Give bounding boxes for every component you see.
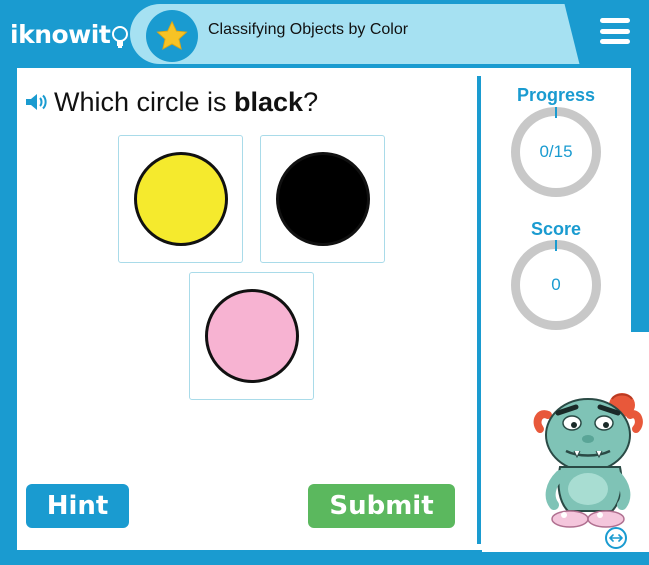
swap-arrows-icon[interactable] — [605, 527, 627, 549]
lesson-title: Classifying Objects by Color — [208, 21, 409, 38]
score-value: 0 — [551, 275, 561, 294]
progress-ring: 0/15 — [511, 107, 601, 197]
logo-text: iknowit — [10, 19, 111, 49]
score-ring: 0 — [511, 240, 601, 330]
star-badge — [146, 10, 198, 62]
menu-line — [600, 39, 630, 44]
score-label: Score — [530, 219, 582, 239]
black-circle — [275, 152, 370, 246]
pink-circle — [204, 289, 299, 383]
choice-pink-circle[interactable] — [189, 272, 314, 400]
question: Which circle is black? — [24, 84, 318, 120]
submit-button[interactable]: Submit — [308, 484, 455, 528]
question-keyword: black — [234, 86, 304, 117]
yellow-circle — [133, 152, 228, 246]
iknowit-logo[interactable]: iknowit — [10, 10, 129, 58]
hint-button[interactable]: Hint — [26, 484, 129, 528]
swap-arrows-glyph — [609, 534, 623, 542]
menu-line — [600, 28, 630, 34]
monster-mascot — [533, 393, 643, 528]
star-icon — [156, 20, 188, 50]
lightbulb-icon — [112, 26, 129, 48]
progress-label: Progress — [516, 85, 596, 105]
speaker-icon[interactable] — [24, 91, 50, 113]
hamburger-menu-icon[interactable] — [600, 18, 630, 44]
panel-divider — [477, 76, 481, 544]
menu-line — [600, 18, 630, 23]
progress-value: 0/15 — [539, 142, 573, 161]
question-suffix: ? — [303, 86, 319, 117]
question-text: Which circle is black? — [54, 87, 318, 118]
choice-black-circle[interactable] — [260, 135, 385, 263]
question-prefix: Which circle is — [54, 86, 235, 117]
choice-yellow-circle[interactable] — [118, 135, 243, 263]
